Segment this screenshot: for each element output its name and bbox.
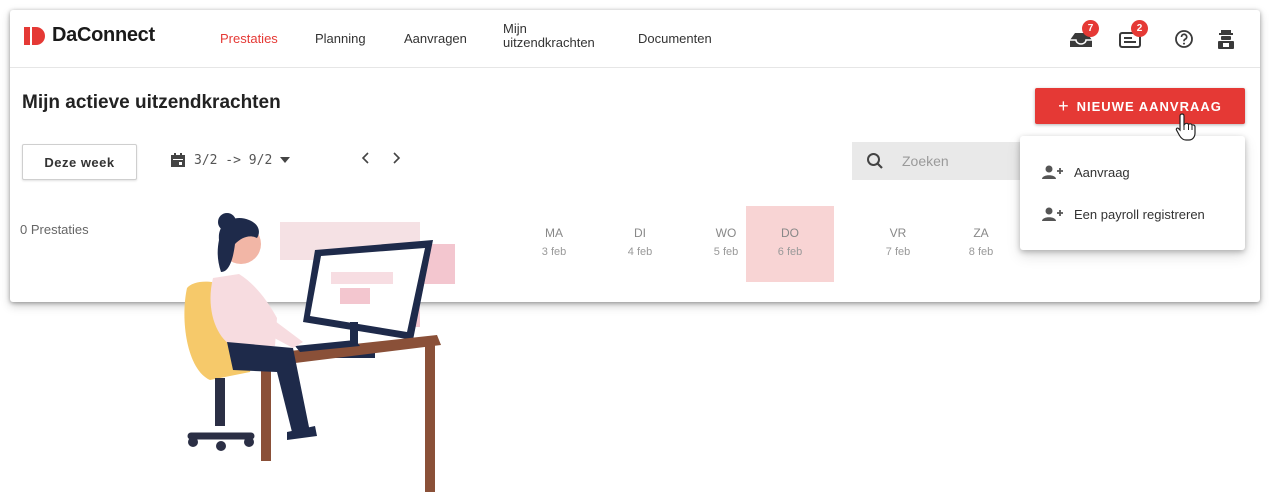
messages-badge: 2 — [1131, 20, 1148, 37]
profile-button[interactable] — [1212, 24, 1242, 54]
caret-down-icon — [280, 157, 291, 163]
inbox-badge: 7 — [1082, 20, 1099, 37]
date-range-selector[interactable]: 3/2 -> 9/2 — [170, 152, 291, 168]
nav-item-label-line1: Mijn — [503, 21, 527, 36]
day-column-za: ZA 8 feb — [937, 206, 1025, 282]
chevron-right-icon[interactable] — [390, 149, 402, 167]
nav-item-planning[interactable]: Planning — [315, 31, 366, 46]
this-week-button[interactable]: Deze week — [22, 144, 137, 180]
day-name: ZA — [973, 226, 989, 240]
search-icon — [867, 153, 883, 169]
nav-item-aanvragen[interactable]: Aanvragen — [404, 31, 467, 46]
nav-item-label-line2: uitzendkrachten — [503, 35, 595, 50]
day-name: VR — [889, 226, 907, 240]
day-date: 6 feb — [777, 246, 803, 258]
day-column-di: DI 4 feb — [596, 206, 684, 282]
help-icon — [1175, 30, 1193, 48]
search-input[interactable] — [902, 153, 1002, 169]
chevron-left-icon[interactable] — [360, 149, 372, 167]
nav-item-documenten[interactable]: Documenten — [638, 31, 712, 46]
day-column-do-today: DO 6 feb — [746, 206, 834, 282]
new-request-button[interactable]: + NIEUWE AANVRAAG — [1035, 88, 1245, 124]
profile-icon — [1218, 30, 1234, 49]
day-name: DI — [634, 226, 646, 240]
brand-name: DaConnect — [52, 24, 155, 46]
nav-item-mijn-uitzendkrachten[interactable]: Mijn uitzendkrachten — [503, 22, 595, 50]
add-person-icon — [1042, 165, 1063, 179]
person-at-computer-illustration — [184, 213, 455, 492]
prestaties-count: 0 Prestaties — [20, 222, 89, 237]
messages-button[interactable]: 2 — [1116, 20, 1148, 54]
nav-item-prestaties[interactable]: Prestaties — [220, 31, 278, 46]
dropdown-item-payroll[interactable]: Een payroll registreren — [1042, 206, 1205, 222]
help-button[interactable] — [1170, 24, 1200, 54]
new-request-label: NIEUWE AANVRAAG — [1076, 98, 1222, 114]
day-date: 3 feb — [541, 246, 567, 258]
dropdown-item-label: Een payroll registreren — [1074, 206, 1205, 222]
hand-cursor-icon — [1175, 113, 1196, 141]
day-date: 4 feb — [627, 246, 653, 258]
calendar-icon — [171, 153, 185, 167]
search-box[interactable] — [852, 142, 1022, 180]
inbox-button[interactable]: 7 — [1067, 20, 1099, 54]
date-range-value: 3/2 -> 9/2 — [194, 152, 273, 168]
plus-icon: + — [1058, 95, 1069, 116]
logo[interactable]: DaConnect — [24, 24, 155, 47]
day-name: DO — [781, 226, 799, 240]
new-request-dropdown: Aanvraag Een payroll registreren — [1020, 136, 1245, 250]
page-title: Mijn actieve uitzendkrachten — [22, 92, 281, 113]
dropdown-item-label: Aanvraag — [1074, 164, 1130, 180]
top-navigation: DaConnect Prestaties Planning Aanvragen … — [10, 10, 1260, 68]
week-navigation — [360, 149, 402, 167]
day-date: 7 feb — [885, 246, 911, 258]
day-name: MA — [545, 226, 563, 240]
daconnect-logo-icon — [24, 26, 45, 45]
dropdown-item-aanvraag[interactable]: Aanvraag — [1042, 164, 1130, 180]
day-column-vr: VR 7 feb — [854, 206, 942, 282]
day-column-ma: MA 3 feb — [510, 206, 598, 282]
day-date: 8 feb — [968, 246, 994, 258]
add-person-icon — [1042, 207, 1063, 221]
